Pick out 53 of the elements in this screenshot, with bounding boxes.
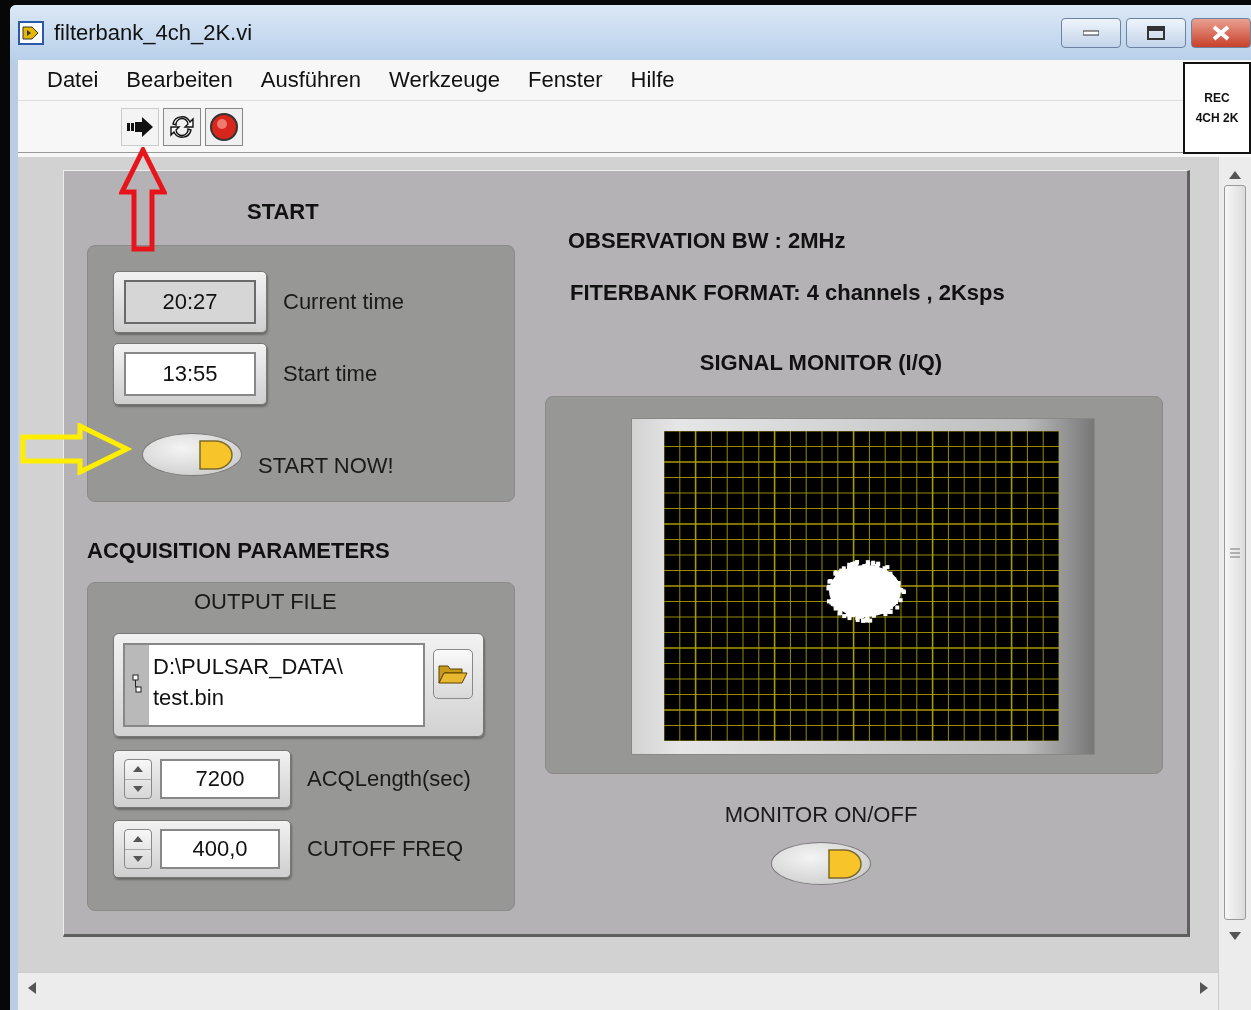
- menu-item[interactable]: Ausführen: [246, 67, 376, 93]
- scroll-left-icon[interactable]: [28, 981, 36, 994]
- minimize-button[interactable]: [1061, 17, 1121, 48]
- close-button[interactable]: [1191, 17, 1251, 48]
- down-triangle-icon: [133, 785, 143, 792]
- numeric-field[interactable]: 400,0: [160, 829, 280, 869]
- up-triangle-icon: [133, 836, 143, 843]
- scroll-thumb[interactable]: [1224, 185, 1246, 920]
- toggle-label: MONITOR ON/OFF: [724, 802, 918, 828]
- time-field[interactable]: 13:55: [124, 352, 256, 396]
- icon-text: 4CH 2K: [1195, 111, 1239, 125]
- arrow-icon: [125, 114, 155, 139]
- field-label: Current time: [283, 289, 405, 315]
- right-arrow-icon: [20, 423, 132, 475]
- field-label: OUTPUT FILE: [194, 589, 338, 615]
- folder-icon: [438, 663, 468, 685]
- maximize-icon: [1147, 25, 1165, 40]
- time-indicator: 20:27: [124, 280, 256, 324]
- minimize-icon: [1083, 29, 1099, 36]
- up-arrow-icon: [119, 147, 167, 253]
- path-value: D:\PULSAR_DATA\ test.bin: [152, 653, 344, 712]
- app-icon: [18, 20, 44, 45]
- menu-item[interactable]: Bearbeiten: [112, 67, 247, 93]
- run-button[interactable]: [121, 107, 159, 146]
- window-title: filterbank_4ch_2K.vi: [54, 19, 254, 46]
- section-title: ACQUISITION PARAMETERS: [87, 538, 391, 564]
- abort-button[interactable]: [205, 107, 243, 146]
- stop-icon: [209, 111, 239, 142]
- numeric-field[interactable]: 7200: [160, 759, 280, 799]
- scroll-down-icon[interactable]: [1229, 932, 1241, 940]
- browse-button[interactable]: [433, 649, 473, 699]
- field-label: CUTOFF FREQ: [307, 836, 464, 862]
- scroll-right-icon[interactable]: [1200, 981, 1208, 994]
- field-label: Start time: [283, 361, 378, 387]
- path-control[interactable]: D:\PULSAR_DATA\ test.bin: [113, 633, 484, 737]
- grip-icon: [1230, 547, 1240, 558]
- icon-text: REC: [1204, 91, 1230, 105]
- up-triangle-icon: [133, 766, 143, 773]
- info-text: OBSERVATION BW : 2MHz: [567, 228, 847, 254]
- menu-item[interactable]: Fenster: [513, 67, 617, 93]
- menu-item[interactable]: Datei: [33, 67, 113, 93]
- scroll-up-icon[interactable]: [1229, 171, 1241, 179]
- run-continuously-button[interactable]: [163, 107, 201, 146]
- menu-item[interactable]: Hilfe: [616, 67, 689, 93]
- close-icon: [1212, 24, 1230, 41]
- section-title: START: [246, 199, 320, 225]
- down-triangle-icon: [133, 855, 143, 862]
- toggle-label: START NOW!: [258, 453, 394, 479]
- menu-item[interactable]: Werkzeuge: [375, 67, 514, 93]
- info-text: FITERBANK FORMAT: 4 channels , 2Ksps: [569, 280, 1006, 306]
- section-title: SIGNAL MONITOR (I/Q): [698, 350, 944, 376]
- field-label: ACQLength(sec): [307, 766, 471, 792]
- maximize-button[interactable]: [1126, 17, 1186, 48]
